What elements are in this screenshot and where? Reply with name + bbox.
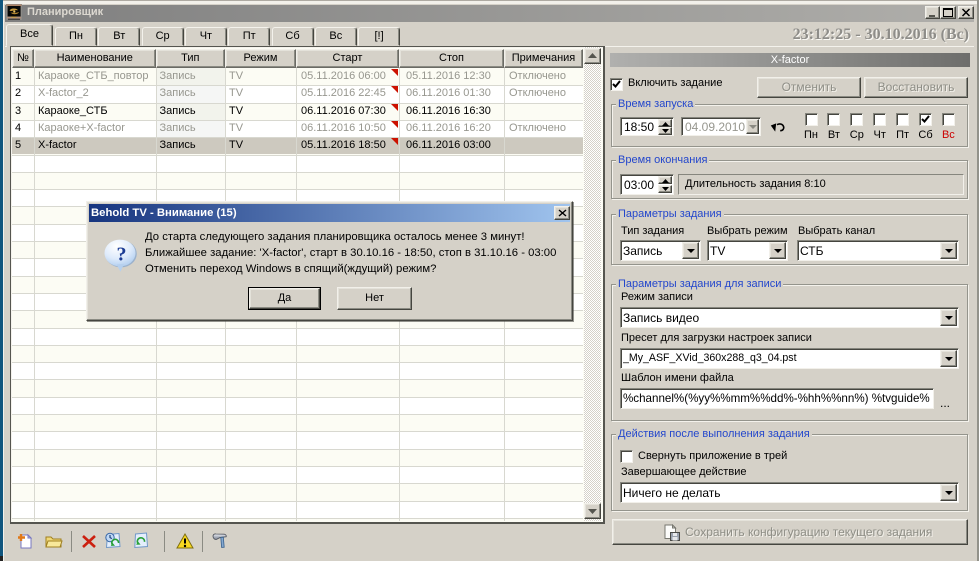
svg-text:?: ? [117,244,127,266]
